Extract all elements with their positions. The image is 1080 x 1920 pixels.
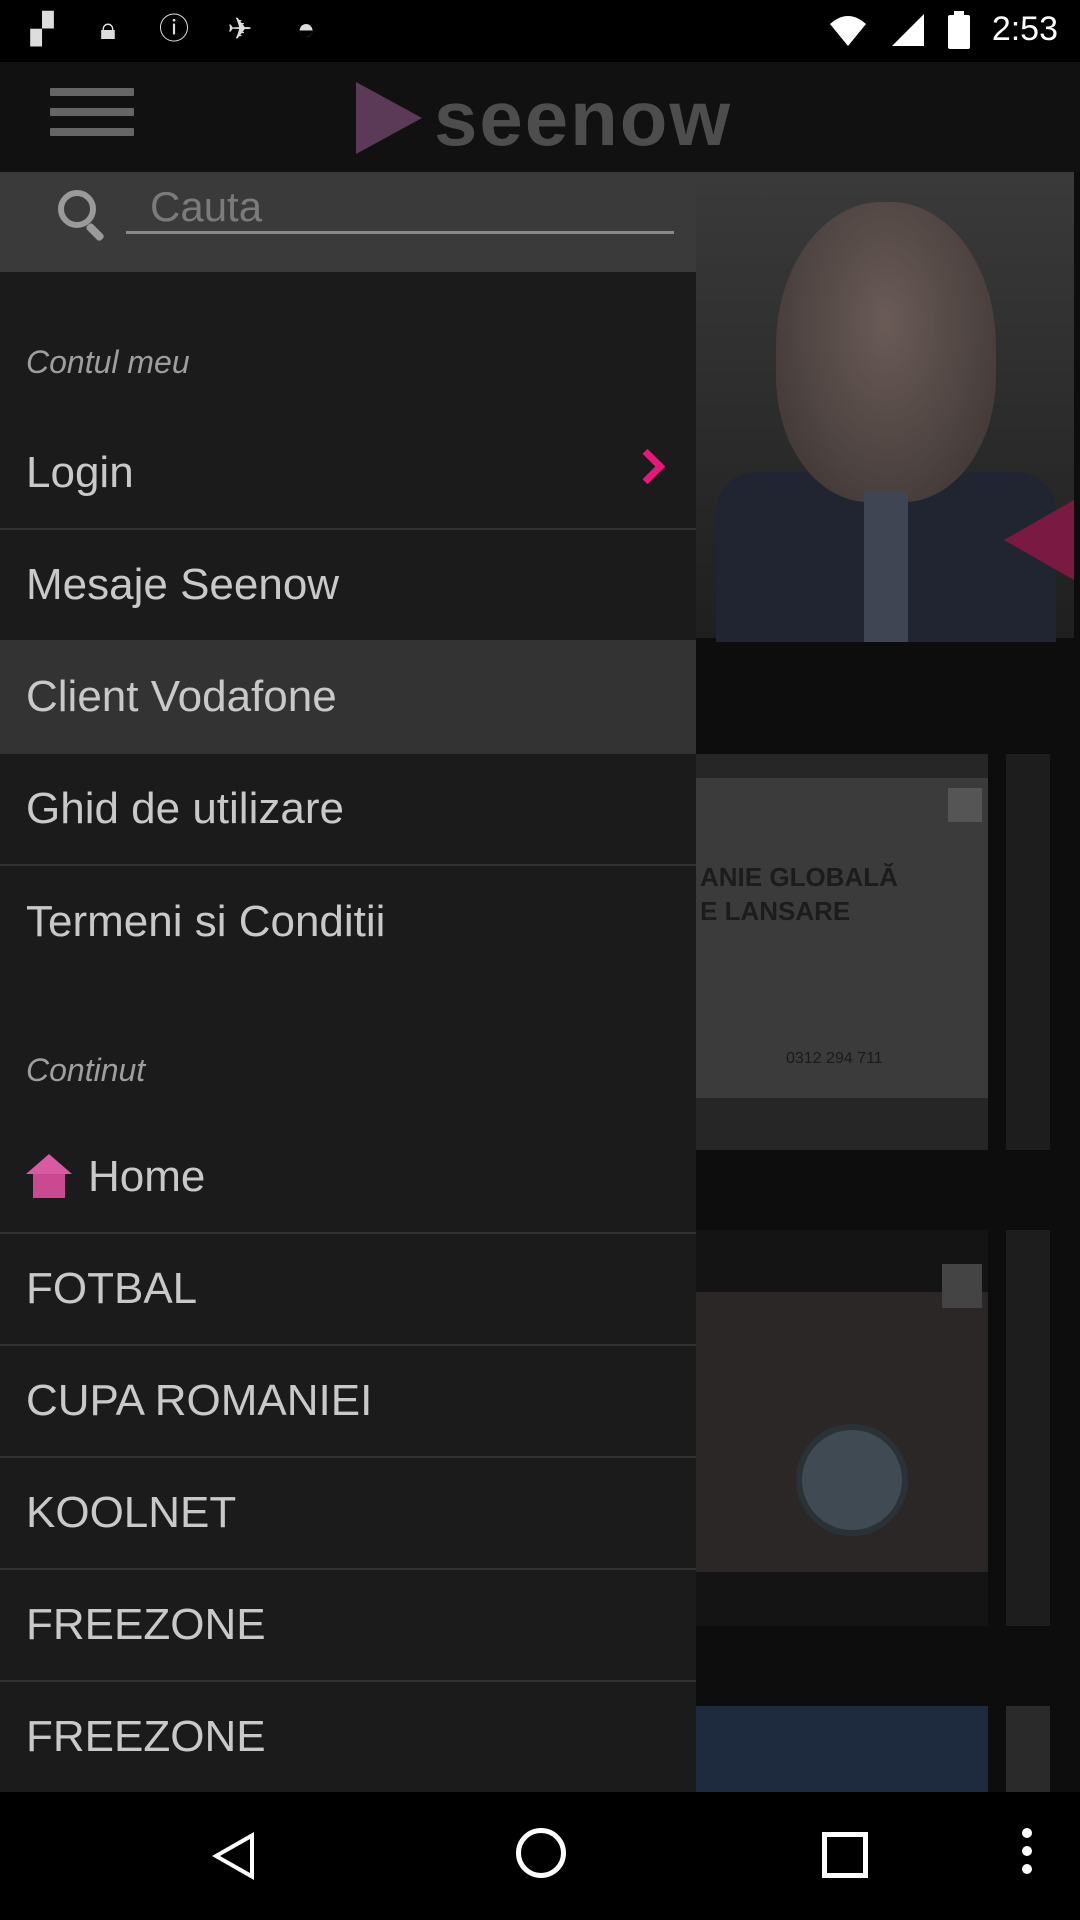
thumbnail-phone: 0312 294 711 — [786, 1050, 883, 1067]
menu-item-label: Termeni si Conditii — [26, 897, 386, 946]
menu-item-home[interactable]: Home — [0, 1122, 696, 1234]
battery-icon — [947, 10, 970, 49]
seenow-logo: seenow — [356, 74, 732, 162]
menu-item-ghid-de-utilizare[interactable]: Ghid de utilizare — [0, 754, 696, 866]
play-indicator-icon — [1004, 500, 1074, 580]
status-icons-left: ▞ 🔒︎ ⓘ ✈︎ ◓ — [24, 12, 324, 48]
status-bar: ▞ 🔒︎ ⓘ ✈︎ ◓ 2:53 — [0, 0, 1080, 62]
menu-item-label: FOTBAL — [26, 1264, 198, 1313]
home-button-icon[interactable] — [516, 1828, 566, 1878]
menu-item-label: Mesaje Seenow — [26, 560, 340, 609]
video-thumbnail-partial[interactable] — [1006, 1230, 1050, 1626]
menu-item-label: Ghid de utilizare — [26, 784, 344, 833]
menu-item-label: FREEZONE — [26, 1600, 266, 1649]
signal-icon — [891, 13, 924, 46]
menu-item-login[interactable]: Login — [0, 418, 696, 530]
menu-item-koolnet[interactable]: KOOLNET — [0, 1458, 696, 1570]
search-icon — [58, 190, 105, 242]
menu-item-label: Client Vodafone — [26, 672, 337, 721]
play-logo-icon — [356, 82, 422, 154]
menu-item-mesaje-seenow[interactable]: Mesaje Seenow — [0, 530, 696, 642]
fake-gps-icon: ✈︎ — [227, 13, 253, 46]
channel-logo-icon — [948, 788, 982, 822]
search-input[interactable] — [126, 182, 674, 234]
menu-item-label: Home — [88, 1152, 206, 1201]
home-icon — [26, 1154, 72, 1200]
menu-item-freezone[interactable]: FREEZONE — [0, 1682, 696, 1792]
thumbnail-text-line1: ANIE GLOBALĂ — [700, 862, 898, 892]
hamburger-icon[interactable] — [50, 88, 134, 144]
section-label-account: Contul meu — [26, 344, 190, 380]
logo-text: seenow — [434, 73, 733, 162]
search-bar — [0, 172, 696, 272]
back-icon[interactable] — [212, 1832, 254, 1880]
video-thumbnail[interactable] — [696, 1230, 988, 1626]
recents-icon[interactable] — [822, 1832, 868, 1878]
wifi-icon — [829, 15, 866, 46]
android-icon: ◓ — [296, 13, 316, 46]
flipboard-icon: ▞ — [30, 13, 54, 46]
menu-item-client-vodafone[interactable]: Client Vodafone — [0, 642, 696, 754]
more-icon[interactable] — [1022, 1828, 1032, 1882]
menu-item-label: Login — [26, 448, 134, 497]
menu-item-cupa-romaniei[interactable]: CUPA ROMANIEI — [0, 1346, 696, 1458]
channel-logo-icon — [942, 1264, 982, 1308]
chevron-right-icon — [629, 448, 666, 485]
video-thumbnail-partial[interactable] — [1006, 754, 1050, 1150]
lock-icon: 🔒︎ — [100, 13, 116, 46]
menu-item-label: FREEZONE — [26, 1712, 266, 1761]
menu-item-fotbal[interactable]: FOTBAL — [0, 1234, 696, 1346]
menu-item-termeni-si-conditii[interactable]: Termeni si Conditii — [0, 866, 696, 978]
video-thumbnail[interactable] — [696, 1706, 988, 1792]
thumbnail-text-line2: E LANSARE — [700, 896, 851, 926]
alert-icon: ⓘ — [159, 13, 189, 46]
system-nav-bar — [0, 1792, 1080, 1920]
featured-video-thumbnail[interactable] — [696, 172, 1074, 642]
navigation-drawer: Contul meu Login Mesaje Seenow Client Vo… — [0, 172, 696, 1792]
menu-item-label: CUPA ROMANIEI — [26, 1376, 373, 1425]
menu-item-freezone[interactable]: FREEZONE — [0, 1570, 696, 1682]
menu-item-label: KOOLNET — [26, 1488, 237, 1537]
clock-image — [796, 1424, 908, 1536]
video-thumbnail-partial[interactable] — [1006, 1706, 1050, 1792]
video-thumbnail[interactable]: ANIE GLOBALĂ E LANSARE 0312 294 711 — [696, 754, 988, 1150]
status-time: 2:53 — [991, 10, 1058, 48]
section-label-content: Continut — [26, 1052, 146, 1088]
status-icons-right: 2:53 — [828, 10, 1058, 49]
